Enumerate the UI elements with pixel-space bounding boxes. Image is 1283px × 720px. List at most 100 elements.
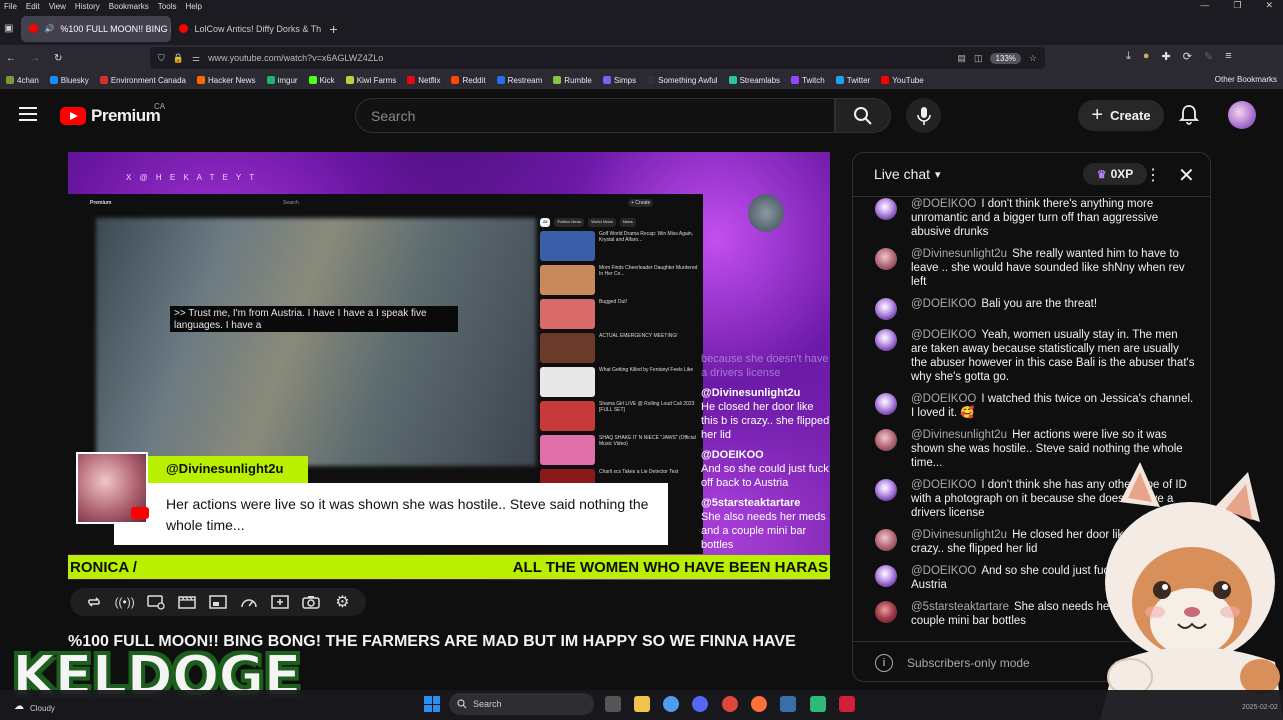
screenshot-icon[interactable] bbox=[302, 593, 321, 611]
tab-inactive[interactable]: LolCow Antics! Diffy Dorks & Th ✕ bbox=[171, 16, 321, 42]
streamlabs-icon[interactable] bbox=[810, 696, 826, 712]
tab-active[interactable]: 🔊 %100 FULL MOON!! BING E ✕ bbox=[21, 15, 172, 42]
chat-author-name[interactable]: @Divinesunlight2u bbox=[911, 248, 1007, 260]
task-view-icon[interactable] bbox=[605, 696, 621, 712]
bookmark-item[interactable]: Netflix bbox=[407, 76, 440, 85]
chat-author-name[interactable]: @DOEIKOO bbox=[911, 298, 976, 310]
chat-author-name[interactable]: @Divinesunlight2u bbox=[911, 529, 1007, 541]
youtube-logo[interactable]: Premium bbox=[60, 106, 161, 126]
bookmark-item[interactable]: Twitter bbox=[835, 76, 870, 85]
tab-list-icon[interactable]: ▣ bbox=[4, 23, 13, 34]
copilot-icon[interactable] bbox=[663, 696, 679, 712]
settings-gear-icon[interactable]: ⚙ bbox=[333, 593, 351, 611]
discord-icon[interactable] bbox=[692, 696, 708, 712]
menu-item-edit[interactable]: Edit bbox=[26, 2, 40, 11]
youtube-app-icon[interactable] bbox=[839, 696, 855, 712]
extension-icon[interactable]: ● bbox=[1143, 50, 1150, 63]
menu-item-tools[interactable]: Tools bbox=[158, 2, 177, 11]
bookmark-item[interactable]: YouTube bbox=[881, 76, 924, 85]
file-explorer-icon[interactable] bbox=[634, 696, 650, 712]
bookmark-item[interactable]: Environment Canada bbox=[99, 76, 186, 85]
addon-icon[interactable]: ✎ bbox=[1204, 50, 1213, 63]
lock-icon[interactable]: 🔒 bbox=[173, 53, 184, 64]
screen-settings-icon[interactable] bbox=[147, 593, 165, 611]
url-bar[interactable]: ⛉ 🔒 ⚌ www.youtube.com/watch?v=x6AGLWZ4ZL… bbox=[150, 47, 1045, 69]
more-options-icon[interactable]: ⋮ bbox=[1145, 165, 1161, 185]
chat-author-avatar[interactable] bbox=[875, 393, 897, 415]
weather-label[interactable]: Cloudy bbox=[30, 704, 55, 713]
chat-author-avatar[interactable] bbox=[875, 298, 897, 320]
permissions-icon[interactable]: ⚌ bbox=[192, 53, 200, 64]
bookmark-item[interactable]: Rumble bbox=[553, 76, 592, 85]
chat-message[interactable]: @DOEIKOO Bali you are the threat! bbox=[853, 297, 1210, 320]
voice-search-button[interactable] bbox=[906, 98, 941, 133]
bookmark-item[interactable]: 4chan bbox=[6, 76, 39, 85]
taskbar-search[interactable]: Search bbox=[449, 693, 594, 715]
windows-start-icon[interactable] bbox=[424, 696, 440, 712]
chat-message[interactable]: @DOEIKOO Yeah, women usually stay in. The… bbox=[853, 328, 1210, 384]
sync-icon[interactable]: ⟳ bbox=[1183, 50, 1192, 63]
puzzle-icon[interactable]: ✚ bbox=[1162, 50, 1171, 63]
menu-item-file[interactable]: File bbox=[4, 2, 17, 11]
chat-author-avatar[interactable] bbox=[875, 198, 897, 220]
chat-message[interactable]: @DOEIKOO I watched this twice on Jessica'… bbox=[853, 392, 1210, 420]
bookmark-star-icon[interactable]: ☆ bbox=[1029, 53, 1037, 64]
menu-item-bookmarks[interactable]: Bookmarks bbox=[109, 2, 149, 11]
video-player[interactable]: X @ H E K A T E Y T Premium Search + Cre… bbox=[68, 152, 830, 580]
notifications-bell-icon[interactable] bbox=[1178, 104, 1200, 126]
hamburger-menu-icon[interactable] bbox=[19, 107, 37, 121]
menu-item-help[interactable]: Help bbox=[185, 2, 201, 11]
bookmark-item[interactable]: Twitch bbox=[791, 76, 825, 85]
bookmark-item[interactable]: Restream bbox=[496, 76, 542, 85]
speed-icon[interactable] bbox=[240, 593, 258, 611]
picture-in-picture-icon[interactable]: ◫ bbox=[974, 53, 983, 64]
info-icon[interactable]: i bbox=[875, 653, 893, 672]
account-avatar[interactable] bbox=[1228, 101, 1256, 129]
bookmark-item[interactable]: Streamlabs bbox=[728, 76, 780, 85]
download-icon[interactable]: ⤓ bbox=[1126, 50, 1131, 63]
xp-badge[interactable]: ♛ 0XP bbox=[1083, 163, 1147, 185]
live-broadcast-icon[interactable]: ((•)) bbox=[115, 593, 135, 611]
chat-author-name[interactable]: @DOEIKOO bbox=[911, 393, 976, 405]
bookmark-item[interactable]: imgur bbox=[266, 76, 298, 85]
create-button[interactable]: + Create bbox=[1078, 100, 1164, 131]
forward-icon[interactable]: → bbox=[30, 53, 40, 64]
menu-item-history[interactable]: History bbox=[75, 2, 100, 11]
chat-author-avatar[interactable] bbox=[875, 329, 897, 351]
close-chat-icon[interactable]: ✕ bbox=[1178, 163, 1195, 188]
chat-message[interactable]: @DOEIKOO I don't think there's anything m… bbox=[853, 197, 1210, 239]
chat-author-avatar[interactable] bbox=[875, 248, 897, 270]
shield-icon[interactable]: ⛉ bbox=[158, 53, 165, 64]
bookmark-item[interactable]: Bluesky bbox=[49, 76, 89, 85]
bookmark-item[interactable]: Simps bbox=[602, 76, 636, 85]
minimize-icon[interactable]: — bbox=[1200, 0, 1209, 11]
chat-author-avatar[interactable] bbox=[875, 565, 897, 587]
chat-author-avatar[interactable] bbox=[875, 601, 897, 623]
app-icon-red[interactable] bbox=[722, 696, 738, 712]
app-menu-icon[interactable]: ≡ bbox=[1225, 50, 1231, 63]
loop-icon[interactable] bbox=[85, 593, 103, 611]
url-text[interactable]: www.youtube.com/watch?v=x6AGLWZ4ZLo bbox=[208, 53, 383, 63]
firefox-icon[interactable] bbox=[751, 696, 767, 712]
chat-author-name[interactable]: @DOEIKOO bbox=[911, 198, 976, 210]
other-bookmarks[interactable]: Other Bookmarks bbox=[1215, 75, 1277, 84]
bookmark-item[interactable]: Something Awful bbox=[647, 76, 718, 85]
chat-author-name[interactable]: @DOEIKOO bbox=[911, 479, 976, 491]
close-window-icon[interactable]: ✕ bbox=[1265, 0, 1273, 11]
chat-author-avatar[interactable] bbox=[875, 429, 897, 451]
search-button[interactable] bbox=[835, 98, 891, 133]
chat-author-name[interactable]: @5starsteaktartare bbox=[911, 601, 1009, 613]
reload-icon[interactable]: ↻ bbox=[54, 53, 62, 64]
chat-author-avatar[interactable] bbox=[875, 479, 897, 501]
menu-item-view[interactable]: View bbox=[49, 2, 66, 11]
restore-icon[interactable]: ❐ bbox=[1233, 0, 1241, 11]
bookmark-item[interactable]: Kiwi Farms bbox=[345, 76, 396, 85]
add-overlay-icon[interactable] bbox=[271, 593, 289, 611]
resize-icon[interactable] bbox=[209, 593, 227, 611]
audio-icon[interactable]: 🔊 bbox=[44, 24, 54, 33]
chat-author-avatar[interactable] bbox=[875, 529, 897, 551]
bookmark-item[interactable]: Hacker News bbox=[196, 76, 256, 85]
chat-author-name[interactable]: @DOEIKOO bbox=[911, 329, 976, 341]
search-input[interactable]: Search bbox=[355, 98, 835, 133]
live-chat-mode-selector[interactable]: Live chat ▾ bbox=[874, 166, 941, 182]
